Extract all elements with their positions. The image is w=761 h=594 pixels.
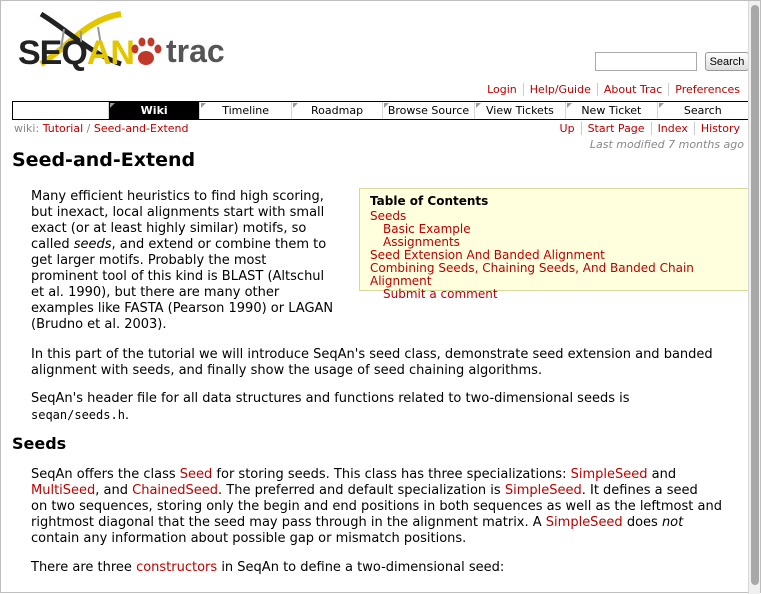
seeds-paragraph: SeqAn offers the class Seed for storing …: [31, 467, 722, 547]
not-emphasis: not: [661, 515, 684, 530]
vertical-scrollbar[interactable]: [748, 1, 760, 594]
text: does: [622, 515, 662, 530]
intro-paragraph: Many efficient heuristics to find high s…: [31, 189, 333, 333]
start-page-link[interactable]: Start Page: [580, 122, 651, 135]
seed-link[interactable]: Seed: [180, 467, 213, 482]
breadcrumb-current-link[interactable]: Seed-and-Extend: [94, 122, 189, 135]
intro-line: et al. 1990), but there are many other: [31, 285, 280, 300]
paragraph-line: alignment with seeds, and finally show t…: [31, 363, 543, 378]
logo-wordmark: SEQAN: [18, 34, 135, 72]
intro-seeds-emphasis: seeds: [73, 237, 112, 252]
tab-new-ticket[interactable]: New Ticket: [565, 102, 656, 119]
breadcrumb: wiki: Tutorial / Seed-and-Extend: [14, 122, 189, 135]
meta-navigation: Login Help/Guide About Trac Preferences: [481, 83, 746, 96]
last-modified: Last modified 7 months ago: [589, 138, 744, 151]
tab-search[interactable]: Search: [656, 102, 748, 119]
paragraph-line: In this part of the tutorial we will int…: [31, 347, 713, 362]
text: . It defines a seed: [581, 483, 698, 498]
login-link[interactable]: Login: [481, 83, 523, 96]
main-navigation: Wiki Timeline Roadmap Browse Source View…: [12, 101, 749, 120]
help-guide-link[interactable]: Help/Guide: [522, 83, 597, 96]
breadcrumb-separator: /: [86, 122, 91, 135]
tab-timeline[interactable]: Timeline: [199, 102, 290, 119]
seqan-trac-logo[interactable]: SEQAN trac: [16, 9, 246, 73]
text: SeqAn offers the class: [31, 467, 180, 482]
header-file-paragraph: SeqAn's header file for all data structu…: [31, 391, 630, 424]
table-of-contents: Table of Contents Seeds Basic Example As…: [359, 188, 749, 301]
tab-view-tickets[interactable]: View Tickets: [473, 102, 565, 119]
tutorial-overview-paragraph: In this part of the tutorial we will int…: [31, 347, 713, 379]
logo-trac-text: trac: [166, 33, 225, 69]
intro-line: examples like FASTA (Pearson 1990) or LA…: [31, 301, 334, 316]
chainedseed-link[interactable]: ChainedSeed: [132, 483, 218, 498]
breadcrumb-tutorial-link[interactable]: Tutorial: [43, 122, 83, 135]
simpleseed-link[interactable]: SimpleSeed: [571, 467, 648, 482]
text: rightmost diagonal that the seed may pas…: [31, 515, 546, 530]
text: and: [647, 467, 677, 482]
text: for storing seeds. This class has three …: [212, 467, 571, 482]
up-link[interactable]: Up: [554, 122, 581, 135]
text: . The preferred and default specializati…: [218, 483, 505, 498]
context-navigation: Up Start Page Index History: [554, 122, 746, 135]
multiseed-link[interactable]: MultiSeed: [31, 483, 95, 498]
seeds-heading: Seeds: [12, 434, 67, 453]
text: contain any information about possible g…: [31, 531, 467, 546]
page-title: Seed-and-Extend: [12, 149, 196, 171]
tab-roadmap[interactable]: Roadmap: [290, 102, 382, 119]
intro-line: exact (or at least highly similar) motif…: [31, 221, 307, 236]
search-button[interactable]: Search: [705, 52, 749, 71]
mainnav-spacer: [13, 102, 108, 119]
intro-line: but inexact, local alignments start with…: [31, 205, 325, 220]
index-link[interactable]: Index: [650, 122, 694, 135]
simpleseed-link[interactable]: SimpleSeed: [505, 483, 582, 498]
toc-title: Table of Contents: [370, 194, 489, 208]
tab-browse-source[interactable]: Browse Source: [382, 102, 473, 119]
constructors-paragraph: There are three constructors in SeqAn to…: [31, 560, 504, 576]
intro-line: called: [31, 237, 74, 252]
about-trac-link[interactable]: About Trac: [596, 83, 669, 96]
toc-item-combining-seeds[interactable]: Combining Seeds, Chaining Seeds, And Ban…: [370, 262, 738, 288]
text: on two sequences, storing only the begin…: [31, 499, 722, 514]
intro-line: (Brudno et al. 2003).: [31, 317, 167, 332]
intro-line: prominent tool of this kind is BLAST (Al…: [31, 269, 325, 284]
paw-icon: [131, 37, 162, 65]
simpleseed-link[interactable]: SimpleSeed: [546, 515, 623, 530]
history-link[interactable]: History: [693, 122, 746, 135]
breadcrumb-prefix: wiki:: [14, 122, 40, 135]
paragraph-punctuation: .: [124, 408, 130, 423]
intro-line: get larger motifs. Probably the most: [31, 253, 267, 268]
text: , and: [95, 483, 133, 498]
text: There are three: [31, 560, 137, 575]
intro-line: Many efficient heuristics to find high s…: [31, 189, 324, 204]
tab-wiki[interactable]: Wiki: [107, 102, 200, 119]
paragraph-line: SeqAn's header file for all data structu…: [31, 391, 630, 406]
scrollbar-thumb[interactable]: [751, 5, 759, 585]
toc-item-submit-comment[interactable]: Submit a comment: [370, 288, 738, 301]
text: in SeqAn to define a two-dimensional see…: [217, 560, 505, 575]
intro-line: , and extend or combine them to: [111, 237, 327, 252]
search-input[interactable]: [595, 52, 697, 71]
preferences-link[interactable]: Preferences: [668, 83, 746, 96]
header-file-code: seqan/seeds.h: [31, 408, 125, 422]
constructors-link[interactable]: constructors: [136, 560, 217, 575]
